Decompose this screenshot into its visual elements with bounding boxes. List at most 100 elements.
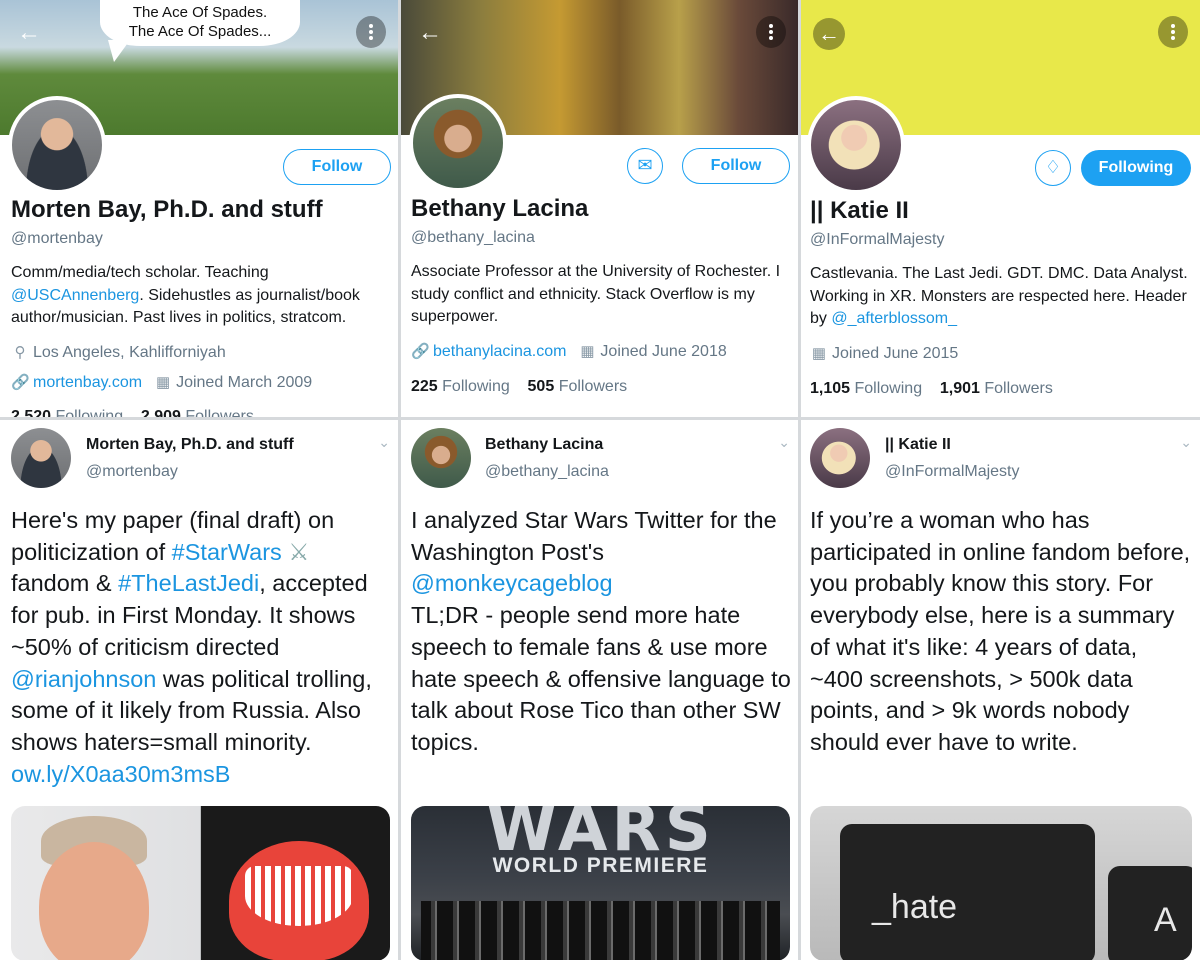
bubble-line: The Ace Of Spades... xyxy=(128,23,272,40)
tweet-text-part: fandom & xyxy=(11,570,119,597)
website-link[interactable]: mortenbay.com xyxy=(33,374,142,391)
joined-date: Joined March 2009 xyxy=(176,374,313,391)
following-count[interactable]: 1,105 xyxy=(810,380,850,397)
tweet-author-name[interactable]: Morten Bay, Ph.D. and stuff xyxy=(86,436,294,454)
tweet-media-image[interactable]: _hate A xyxy=(810,806,1192,960)
avatar[interactable] xyxy=(409,94,507,192)
followers-label[interactable]: Followers xyxy=(559,378,627,395)
following-count[interactable]: 2,520 xyxy=(11,408,51,417)
more-vertical-icon[interactable] xyxy=(756,16,786,48)
mention-link[interactable]: @rianjohnson xyxy=(11,666,156,692)
joined-date: Joined June 2015 xyxy=(832,345,959,362)
tweet-author-handle: @InFormalMajesty xyxy=(885,463,1020,480)
arrow-left-icon[interactable]: ← xyxy=(813,18,845,50)
bio-mention-link[interactable]: @_afterblossom_ xyxy=(831,310,957,327)
following-label[interactable]: Following xyxy=(442,378,510,395)
key-label: A xyxy=(1154,901,1177,939)
following-label[interactable]: Following xyxy=(855,380,923,397)
profile-bio: Associate Professor at the University of… xyxy=(411,263,781,325)
profile-location: ⚲ Los Angeles, Kahlifforniyah xyxy=(11,343,226,362)
profile-card-mortenbay: The Ace Of Spades. The Ace Of Spades... … xyxy=(0,0,398,417)
following-label[interactable]: Following xyxy=(56,408,124,417)
follow-button[interactable]: Follow xyxy=(682,148,790,184)
profile-stats: 225 Following 505 Followers xyxy=(411,378,627,396)
tweet-media-image[interactable] xyxy=(11,806,390,960)
arrow-left-icon[interactable]: ← xyxy=(14,18,44,48)
profile-meta-row: 🔗 mortenbay.com ▦ Joined March 2009 xyxy=(11,373,312,392)
tweet-card[interactable]: Bethany Lacina @bethany_lacina ⌄ I analy… xyxy=(401,420,798,960)
tweet-text-part: I analyzed Star Wars Twitter for the Was… xyxy=(411,507,777,565)
calendar-icon: ▦ xyxy=(811,345,827,362)
website-link[interactable]: bethanylacina.com xyxy=(433,343,566,360)
profile-meta-row: 🔗 bethanylacina.com ▦ Joined June 2018 xyxy=(411,342,727,361)
arrow-left-icon[interactable]: ← xyxy=(415,18,445,48)
avatar[interactable] xyxy=(11,428,71,488)
profile-meta-row: ▦ Joined June 2015 xyxy=(810,344,958,363)
tweet-text: Here's my paper (final draft) on politic… xyxy=(11,505,392,790)
media-subtitle: WORLD PREMIERE xyxy=(492,854,709,877)
speech-bubble-tail xyxy=(108,40,130,62)
following-count[interactable]: 225 xyxy=(411,378,438,395)
envelope-icon[interactable]: ✉ xyxy=(627,148,663,184)
tweet-author-name[interactable]: || Katie II xyxy=(885,436,951,454)
person-photo xyxy=(39,842,149,960)
tweet-card[interactable]: Morten Bay, Ph.D. and stuff @mortenbay ⌄… xyxy=(0,420,398,960)
link-icon: 🔗 xyxy=(411,343,430,360)
profile-name: Bethany Lacina xyxy=(411,195,589,222)
profile-stats: 1,105 Following 1,901 Followers xyxy=(810,380,1053,398)
avatar[interactable] xyxy=(810,428,870,488)
url-link[interactable]: ow.ly/X0aa30m3msB xyxy=(11,761,230,787)
speech-bubble: The Ace Of Spades. The Ace Of Spades... xyxy=(100,0,300,46)
bio-mention-link[interactable]: @USCAnnenberg xyxy=(11,287,139,304)
tweet-media-image[interactable]: WARS WORLD PREMIERE xyxy=(411,806,790,960)
crossed-swords-icon: ⚔ xyxy=(288,538,310,565)
profile-name: Morten Bay, Ph.D. and stuff xyxy=(11,196,323,223)
mention-link[interactable]: @monkeycageblog xyxy=(411,570,613,596)
profile-handle: @bethany_lacina xyxy=(411,229,535,246)
followers-label[interactable]: Followers xyxy=(984,380,1052,397)
link-icon: 🔗 xyxy=(11,374,30,391)
profile-name: || Katie II xyxy=(810,197,909,224)
avatar[interactable] xyxy=(411,428,471,488)
keyboard-key xyxy=(1108,866,1192,960)
avatar[interactable] xyxy=(807,96,905,194)
trollface-image xyxy=(245,866,353,926)
profile-handle: @InFormalMajesty xyxy=(810,231,945,248)
profile-bio: Castlevania. The Last Jedi. GDT. DMC. Da… xyxy=(810,263,1192,331)
followers-label[interactable]: Followers xyxy=(185,408,253,417)
crowd-photo xyxy=(421,901,780,960)
followers-count[interactable]: 1,901 xyxy=(940,380,980,397)
tweet-text-part: TL;DR - people send more hate speech to … xyxy=(411,602,791,755)
location-pin-icon: ⚲ xyxy=(14,344,26,361)
profile-card-bethany: ← ✉ Follow Bethany Lacina @bethany_lacin… xyxy=(401,0,798,417)
calendar-icon: ▦ xyxy=(580,343,595,360)
chevron-down-icon[interactable]: ⌄ xyxy=(778,434,790,451)
more-vertical-icon[interactable] xyxy=(1158,16,1188,48)
bell-plus-icon[interactable]: ♢ xyxy=(1035,150,1071,186)
tweet-card[interactable]: || Katie II @InFormalMajesty ⌄ If you’re… xyxy=(801,420,1200,960)
tweet-author-handle: @bethany_lacina xyxy=(485,463,609,480)
key-label: _hate xyxy=(872,888,958,926)
profile-stats: 2,520 Following 2,909 Followers xyxy=(11,408,254,417)
tweet-author-name[interactable]: Bethany Lacina xyxy=(485,436,603,454)
profile-handle: @mortenbay xyxy=(11,230,103,247)
hashtag-link[interactable]: #StarWars xyxy=(172,539,282,565)
followers-count[interactable]: 505 xyxy=(528,378,555,395)
tweet-text: I analyzed Star Wars Twitter for the Was… xyxy=(411,505,792,759)
followers-count[interactable]: 2,909 xyxy=(141,408,181,417)
tweet-text: If you’re a woman who has participated i… xyxy=(810,507,1191,755)
profile-card-katie: ← ♢ Following || Katie II @InFormalMajes… xyxy=(801,0,1200,417)
calendar-icon: ▦ xyxy=(155,374,171,391)
avatar[interactable] xyxy=(8,96,106,194)
joined-date: Joined June 2018 xyxy=(600,343,727,360)
chevron-down-icon[interactable]: ⌄ xyxy=(1180,434,1192,451)
following-button[interactable]: Following xyxy=(1081,150,1191,186)
chevron-down-icon[interactable]: ⌄ xyxy=(378,434,390,451)
follow-button[interactable]: Follow xyxy=(283,149,391,185)
hashtag-link[interactable]: #TheLastJedi xyxy=(118,570,259,596)
tweet-author-handle: @mortenbay xyxy=(86,463,178,480)
bio-text: Comm/media/tech scholar. Teaching xyxy=(11,264,269,281)
more-vertical-icon[interactable] xyxy=(356,16,386,48)
profile-bio: Comm/media/tech scholar. Teaching @USCAn… xyxy=(11,262,390,330)
location-text: Los Angeles, Kahlifforniyah xyxy=(33,344,226,361)
